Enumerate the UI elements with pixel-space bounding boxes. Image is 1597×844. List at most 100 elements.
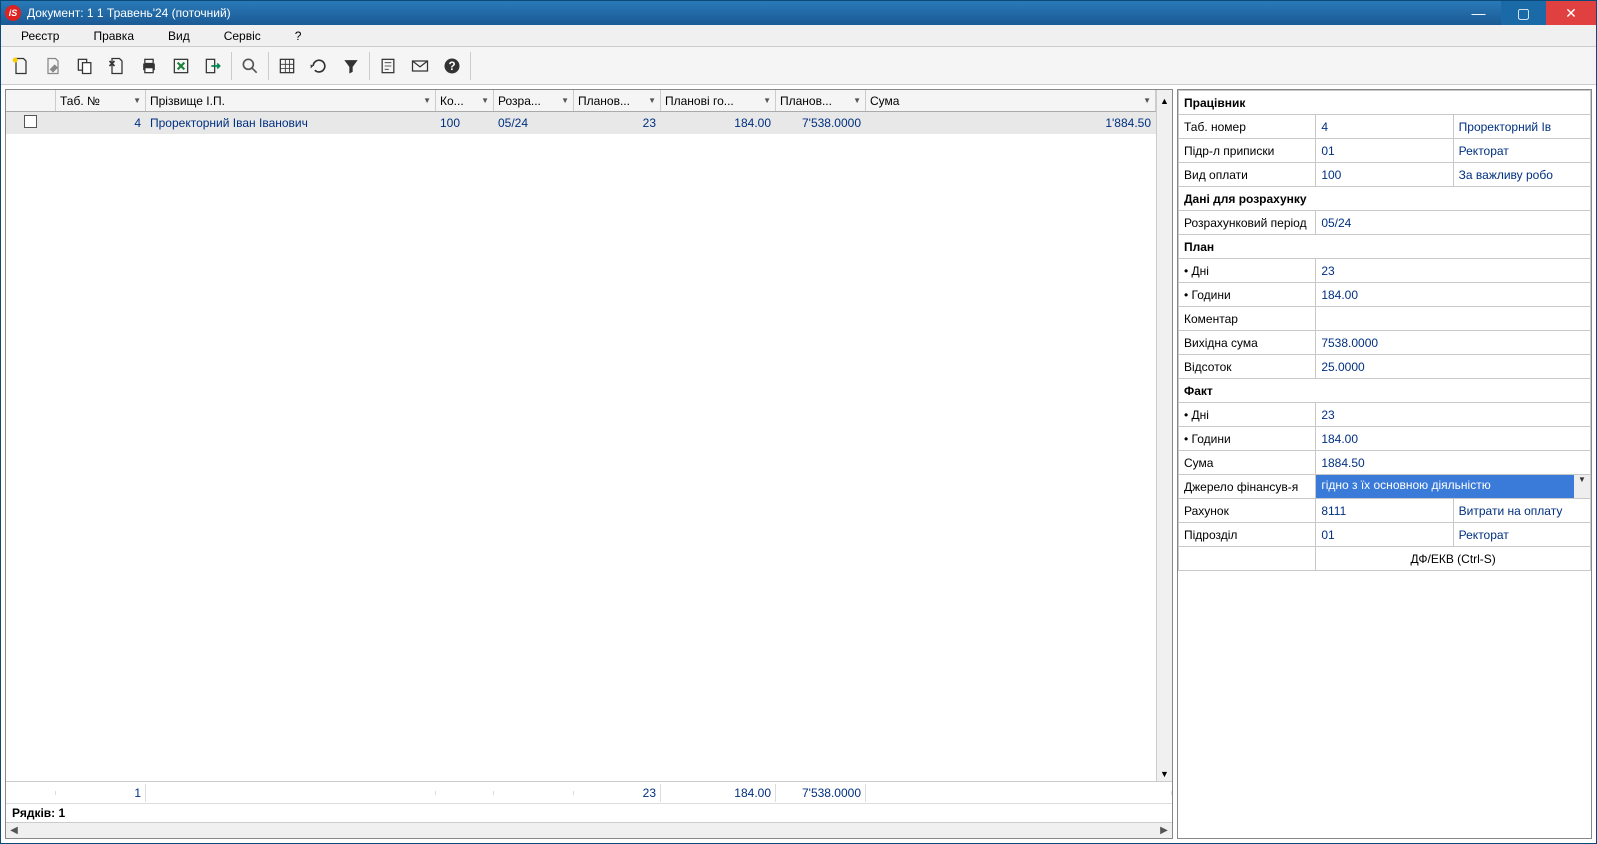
col-plan-days[interactable]: Планов...▼ xyxy=(574,90,661,111)
label-paytype: Вид оплати xyxy=(1179,163,1316,187)
svg-text:?: ? xyxy=(448,60,455,73)
label-finsource: Джерело фінансув-я xyxy=(1179,475,1316,499)
value-finsource[interactable]: гідно з їх основною діяльністю xyxy=(1316,475,1574,498)
value-outsum[interactable]: 7538.0000 xyxy=(1316,331,1591,355)
excel-icon[interactable] xyxy=(165,50,197,82)
total-count: 1 xyxy=(56,784,146,802)
window-title: Документ: 1 1 Травень'24 (поточний) xyxy=(27,6,1456,20)
label-days: • Дні xyxy=(1179,259,1316,283)
refresh-icon[interactable] xyxy=(303,50,335,82)
value-subdiv-name[interactable]: Ректорат xyxy=(1453,523,1590,547)
value-fact-hours[interactable]: 184.00 xyxy=(1316,427,1591,451)
menu-help[interactable]: ? xyxy=(285,27,326,45)
value-dept-name[interactable]: Ректорат xyxy=(1453,139,1590,163)
label-fact-days: • Дні xyxy=(1179,403,1316,427)
value-comment[interactable] xyxy=(1316,307,1591,331)
col-checkbox[interactable] xyxy=(6,90,56,111)
mail-icon[interactable] xyxy=(404,50,436,82)
toolbar: ? xyxy=(1,47,1596,85)
vertical-scrollbar[interactable]: ▼ xyxy=(1156,112,1172,781)
total-days: 23 xyxy=(574,784,661,802)
value-percent[interactable]: 25.0000 xyxy=(1316,355,1591,379)
total-hours: 184.00 xyxy=(661,784,776,802)
value-plan-days[interactable]: 23 xyxy=(1316,259,1591,283)
section-fact: Факт xyxy=(1179,379,1591,403)
titlebar: iS Документ: 1 1 Травень'24 (поточний) —… xyxy=(1,1,1596,25)
label-account: Рахунок xyxy=(1179,499,1316,523)
scroll-left-icon[interactable]: ◀ xyxy=(6,825,22,836)
table-row[interactable]: 4 Проректорний Іван Іванович 100 05/24 2… xyxy=(6,112,1156,134)
new-doc-icon[interactable] xyxy=(5,50,37,82)
data-grid[interactable]: Таб. №▼ Прізвище І.П.▼ Ко...▼ Розра...▼ … xyxy=(5,89,1173,839)
section-calc: Дані для розрахунку xyxy=(1179,187,1591,211)
exit-icon[interactable] xyxy=(197,50,229,82)
value-sum[interactable]: 1884.50 xyxy=(1316,451,1591,475)
close-button[interactable]: ✕ xyxy=(1546,1,1596,25)
minimize-button[interactable]: — xyxy=(1456,1,1501,25)
value-subdiv[interactable]: 01 xyxy=(1316,523,1453,547)
value-tabno[interactable]: 4 xyxy=(1316,115,1453,139)
label-subdiv: Підрозділ xyxy=(1179,523,1316,547)
col-name[interactable]: Прізвище І.П.▼ xyxy=(146,90,436,111)
col-tabno[interactable]: Таб. №▼ xyxy=(56,90,146,111)
scroll-up-icon[interactable]: ▲ xyxy=(1156,90,1172,112)
horizontal-scrollbar[interactable]: ◀ ▶ xyxy=(6,822,1172,838)
app-icon: iS xyxy=(5,5,21,21)
menubar: Реєстр Правка Вид Сервіс ? xyxy=(1,25,1596,47)
edit-doc-icon[interactable] xyxy=(37,50,69,82)
scroll-right-icon[interactable]: ▶ xyxy=(1156,825,1172,836)
cell-name: Проректорний Іван Іванович xyxy=(146,114,436,132)
label-percent: Відсоток xyxy=(1179,355,1316,379)
table-icon[interactable] xyxy=(271,50,303,82)
value-fact-days[interactable]: 23 xyxy=(1316,403,1591,427)
row-count-label: Рядків: 1 xyxy=(6,804,1172,822)
note-icon[interactable] xyxy=(372,50,404,82)
grid-body[interactable]: 4 Проректорний Іван Іванович 100 05/24 2… xyxy=(6,112,1156,781)
value-paytype-name[interactable]: За важливу робо xyxy=(1453,163,1590,187)
label-fact-hours: • Години xyxy=(1179,427,1316,451)
label-outsum: Вихідна сума xyxy=(1179,331,1316,355)
cell-plan-hours: 184.00 xyxy=(661,114,776,132)
value-paytype[interactable]: 100 xyxy=(1316,163,1453,187)
label-hours: • Години xyxy=(1179,283,1316,307)
label-period: Розрахунковий період xyxy=(1179,211,1316,235)
value-plan-hours[interactable]: 184.00 xyxy=(1316,283,1591,307)
cell-plan-sum: 7'538.0000 xyxy=(776,114,866,132)
finsource-dropdown-icon[interactable]: ▼ xyxy=(1574,475,1590,498)
property-panel: Працівник Таб. номер 4 Проректорний Ів П… xyxy=(1177,89,1592,839)
label-dept: Підр-л приписки xyxy=(1179,139,1316,163)
cell-code: 100 xyxy=(436,114,494,132)
cell-plan-days: 23 xyxy=(574,114,661,132)
print-icon[interactable] xyxy=(133,50,165,82)
label-tabno: Таб. номер xyxy=(1179,115,1316,139)
value-account-name[interactable]: Витрати на оплату xyxy=(1453,499,1590,523)
dfekv-button[interactable]: ДФ/ЕКВ (Ctrl-S) xyxy=(1316,547,1591,571)
menu-view[interactable]: Вид xyxy=(158,27,214,45)
maximize-button[interactable]: ▢ xyxy=(1501,1,1546,25)
menu-edit[interactable]: Правка xyxy=(83,27,158,45)
copy-icon[interactable] xyxy=(69,50,101,82)
col-plan-hours[interactable]: Планові го...▼ xyxy=(661,90,776,111)
label-comment: Коментар xyxy=(1179,307,1316,331)
menu-service[interactable]: Сервіс xyxy=(214,27,285,45)
section-worker: Працівник xyxy=(1179,91,1591,115)
value-dept[interactable]: 01 xyxy=(1316,139,1453,163)
col-plan-sum[interactable]: Планов...▼ xyxy=(776,90,866,111)
col-sum[interactable]: Сума▼ xyxy=(866,90,1156,111)
col-period[interactable]: Розра...▼ xyxy=(494,90,574,111)
value-tabno-name[interactable]: Проректорний Ів xyxy=(1453,115,1590,139)
row-checkbox[interactable] xyxy=(24,115,37,128)
cell-tabno: 4 xyxy=(56,114,146,132)
cut-icon[interactable] xyxy=(101,50,133,82)
total-amount: 7'538.0000 xyxy=(776,784,866,802)
label-sum: Сума xyxy=(1179,451,1316,475)
totals-row: 1 23 184.00 7'538.0000 xyxy=(6,782,1172,804)
value-period[interactable]: 05/24 xyxy=(1316,211,1591,235)
filter-icon[interactable] xyxy=(335,50,367,82)
menu-registry[interactable]: Реєстр xyxy=(11,27,83,45)
cell-sum: 1'884.50 xyxy=(866,114,1156,132)
help-icon[interactable]: ? xyxy=(436,50,468,82)
search-icon[interactable] xyxy=(234,50,266,82)
value-account[interactable]: 8111 xyxy=(1316,499,1453,523)
col-code[interactable]: Ко...▼ xyxy=(436,90,494,111)
